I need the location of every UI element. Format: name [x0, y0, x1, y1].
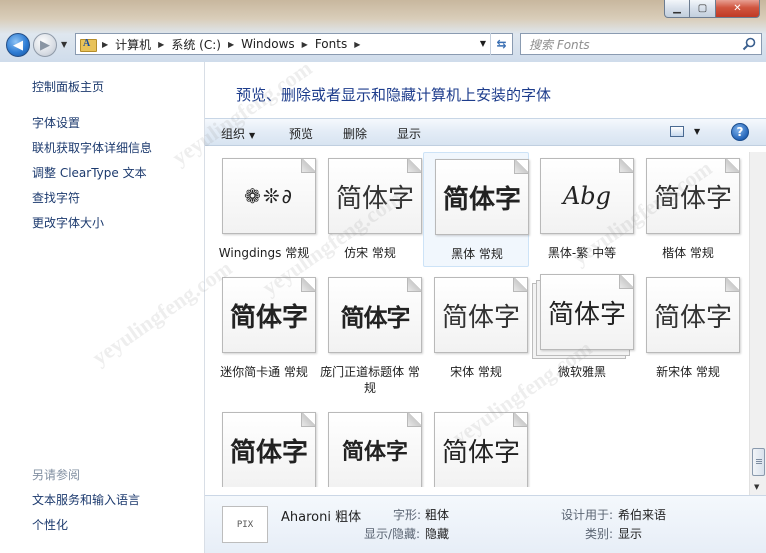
font-name: 迷你简卡通 常规: [220, 365, 308, 379]
change-view-icon[interactable]: [670, 126, 684, 137]
breadcrumb-fonts[interactable]: Fonts ▶: [315, 37, 368, 51]
font-name: Wingdings 常规: [218, 246, 310, 260]
category-label: 类别:: [585, 527, 614, 541]
font-name: 黑体-繁 中等: [547, 246, 617, 260]
left-navigation-pane: 控制面板主页 字体设置 联机获取字体详细信息 调整 ClearType 文本 查…: [0, 62, 205, 553]
font-preview: Abg: [540, 158, 634, 234]
font-tile-row3-2[interactable]: 简体字: [317, 406, 423, 487]
title-bar: ▁ ▢ ✕ ◀ ▶ ▼ ▶ 计算机▶ 系统 (C:)▶ Windows▶ Fon…: [0, 0, 766, 62]
category-value: 显示: [618, 527, 643, 541]
control-panel-home-link[interactable]: 控制面板主页: [32, 78, 104, 95]
get-font-info-online-link[interactable]: 联机获取字体详细信息: [32, 139, 152, 156]
search-input[interactable]: 搜索 Fonts: [529, 36, 590, 53]
vertical-scrollbar[interactable]: ▼: [749, 152, 766, 495]
forward-arrow-icon: ▶: [40, 37, 50, 53]
font-preview: 简体字: [434, 277, 528, 353]
help-button[interactable]: ?: [731, 123, 749, 141]
recent-pages-dropdown[interactable]: ▼: [61, 40, 67, 49]
selected-font-name: Aharoni 粗体: [281, 510, 362, 525]
font-tile-heiti[interactable]: 简体字 黑体 常规: [423, 152, 529, 267]
font-name: 庞门正道标题体 常规: [320, 365, 420, 395]
page-title: 预览、删除或者显示和隐藏计算机上安装的字体: [236, 86, 552, 104]
find-character-link[interactable]: 查找字符: [32, 189, 80, 206]
font-name: 微软雅黑: [557, 365, 606, 379]
fonts-folder-icon: [80, 37, 97, 52]
font-preview: 简体字: [646, 158, 740, 234]
view-options-dropdown[interactable]: ▼: [694, 127, 700, 136]
window-controls: ▁ ▢ ✕: [664, 0, 760, 18]
font-preview: 简体字: [328, 158, 422, 234]
designed-for-label: 设计用于:: [561, 508, 614, 522]
details-pane: PIX Aharoni 粗体 字形: 粗体 显示/隐藏: 隐藏 设计用于: 希伯…: [205, 495, 766, 553]
scrollbar-thumb[interactable]: [752, 448, 765, 476]
show-button[interactable]: 显示: [397, 125, 421, 142]
refresh-icon: ⇆: [496, 37, 507, 51]
address-bar[interactable]: ▶ 计算机▶ 系统 (C:)▶ Windows▶ Fonts▶ ▼ ⇆: [75, 33, 513, 55]
font-preview: 简体字: [328, 277, 422, 353]
delete-button[interactable]: 删除: [343, 125, 367, 142]
back-button[interactable]: ◀: [6, 33, 30, 57]
font-preview: 简体字: [434, 412, 528, 487]
font-preview: 简体字: [435, 159, 529, 235]
refresh-button[interactable]: ⇆: [490, 33, 512, 55]
font-style-label: 字形:: [393, 508, 422, 522]
font-preview: 简体字: [222, 277, 316, 353]
font-name: 新宋体 常规: [656, 365, 720, 379]
breadcrumb-computer[interactable]: 计算机 ▶: [115, 36, 171, 53]
scroll-down-arrow-icon[interactable]: ▼: [754, 483, 759, 491]
font-preview: ❁❊∂: [222, 158, 316, 234]
font-preview: 简体字: [540, 274, 634, 350]
font-tile-nsimsun[interactable]: 简体字 新宋体 常规: [635, 271, 741, 386]
font-style-value: 粗体: [425, 508, 450, 522]
font-tile-wingdings[interactable]: ❁❊∂ Wingdings 常规: [217, 152, 317, 267]
font-name: 宋体 常规: [450, 365, 502, 379]
font-tile-songti[interactable]: 简体字 宋体 常规: [423, 271, 529, 386]
preview-button[interactable]: 预览: [289, 125, 313, 142]
font-preview: 简体字: [222, 412, 316, 487]
font-tile-kaiti[interactable]: 简体字 楷体 常规: [635, 152, 741, 267]
breadcrumb-system-c[interactable]: 系统 (C:) ▶: [171, 36, 241, 53]
font-tile-mini-cartoon[interactable]: 简体字 迷你简卡通 常规: [217, 271, 317, 386]
close-button[interactable]: ✕: [716, 0, 760, 18]
designed-for-value: 希伯来语: [618, 508, 667, 522]
visibility-value: 隐藏: [425, 527, 450, 541]
address-dropdown-icon[interactable]: ▼: [480, 39, 486, 48]
font-settings-link[interactable]: 字体设置: [32, 114, 80, 131]
adjust-cleartype-link[interactable]: 调整 ClearType 文本: [32, 164, 147, 181]
maximize-button[interactable]: ▢: [690, 0, 716, 18]
forward-button[interactable]: ▶: [33, 33, 57, 57]
font-name: 仿宋 常规: [344, 246, 396, 260]
text-services-link[interactable]: 文本服务和输入语言: [32, 491, 140, 508]
selected-font-thumbnail: PIX: [222, 506, 268, 543]
change-font-size-link[interactable]: 更改字体大小: [32, 214, 104, 231]
font-tile-pangmen-title[interactable]: 简体字 庞门正道标题体 常规: [317, 271, 423, 395]
see-also-heading: 另请参阅: [32, 468, 81, 482]
search-box[interactable]: 搜索 Fonts: [520, 33, 762, 55]
main-pane: 预览、删除或者显示和隐藏计算机上安装的字体 组织 ▼ 预览 删除 显示 ▼ ? ❁…: [205, 62, 766, 553]
address-sep-root[interactable]: ▶: [102, 40, 115, 49]
font-tile-row3-3[interactable]: 简体字: [423, 406, 529, 487]
chevron-down-icon: ▼: [249, 131, 256, 140]
font-name: 楷体 常规: [662, 246, 714, 260]
search-icon[interactable]: [742, 37, 756, 51]
help-icon: ?: [736, 125, 744, 139]
back-arrow-icon: ◀: [13, 37, 23, 53]
font-tile-heiti-traditional[interactable]: Abg 黑体-繁 中等: [529, 152, 635, 267]
font-preview: 简体字: [328, 412, 422, 487]
command-bar: 组织 ▼ 预览 删除 显示 ▼ ?: [205, 118, 766, 146]
font-grid: ❁❊∂ Wingdings 常规 简体字 仿宋 常规 简体字 黑体 常规 Abg…: [217, 152, 747, 487]
font-name: 黑体 常规: [451, 247, 503, 261]
font-tile-row3-1[interactable]: 简体字: [217, 406, 317, 487]
font-tile-fangsong[interactable]: 简体字 仿宋 常规: [317, 152, 423, 267]
personalization-link[interactable]: 个性化: [32, 516, 68, 533]
font-tile-microsoft-yahei[interactable]: 简体字 微软雅黑: [529, 271, 635, 386]
visibility-label: 显示/隐藏:: [364, 527, 421, 541]
organize-button[interactable]: 组织 ▼: [221, 125, 255, 142]
font-preview: 简体字: [646, 277, 740, 353]
breadcrumb-windows[interactable]: Windows ▶: [241, 37, 315, 51]
minimize-button[interactable]: ▁: [664, 0, 690, 18]
